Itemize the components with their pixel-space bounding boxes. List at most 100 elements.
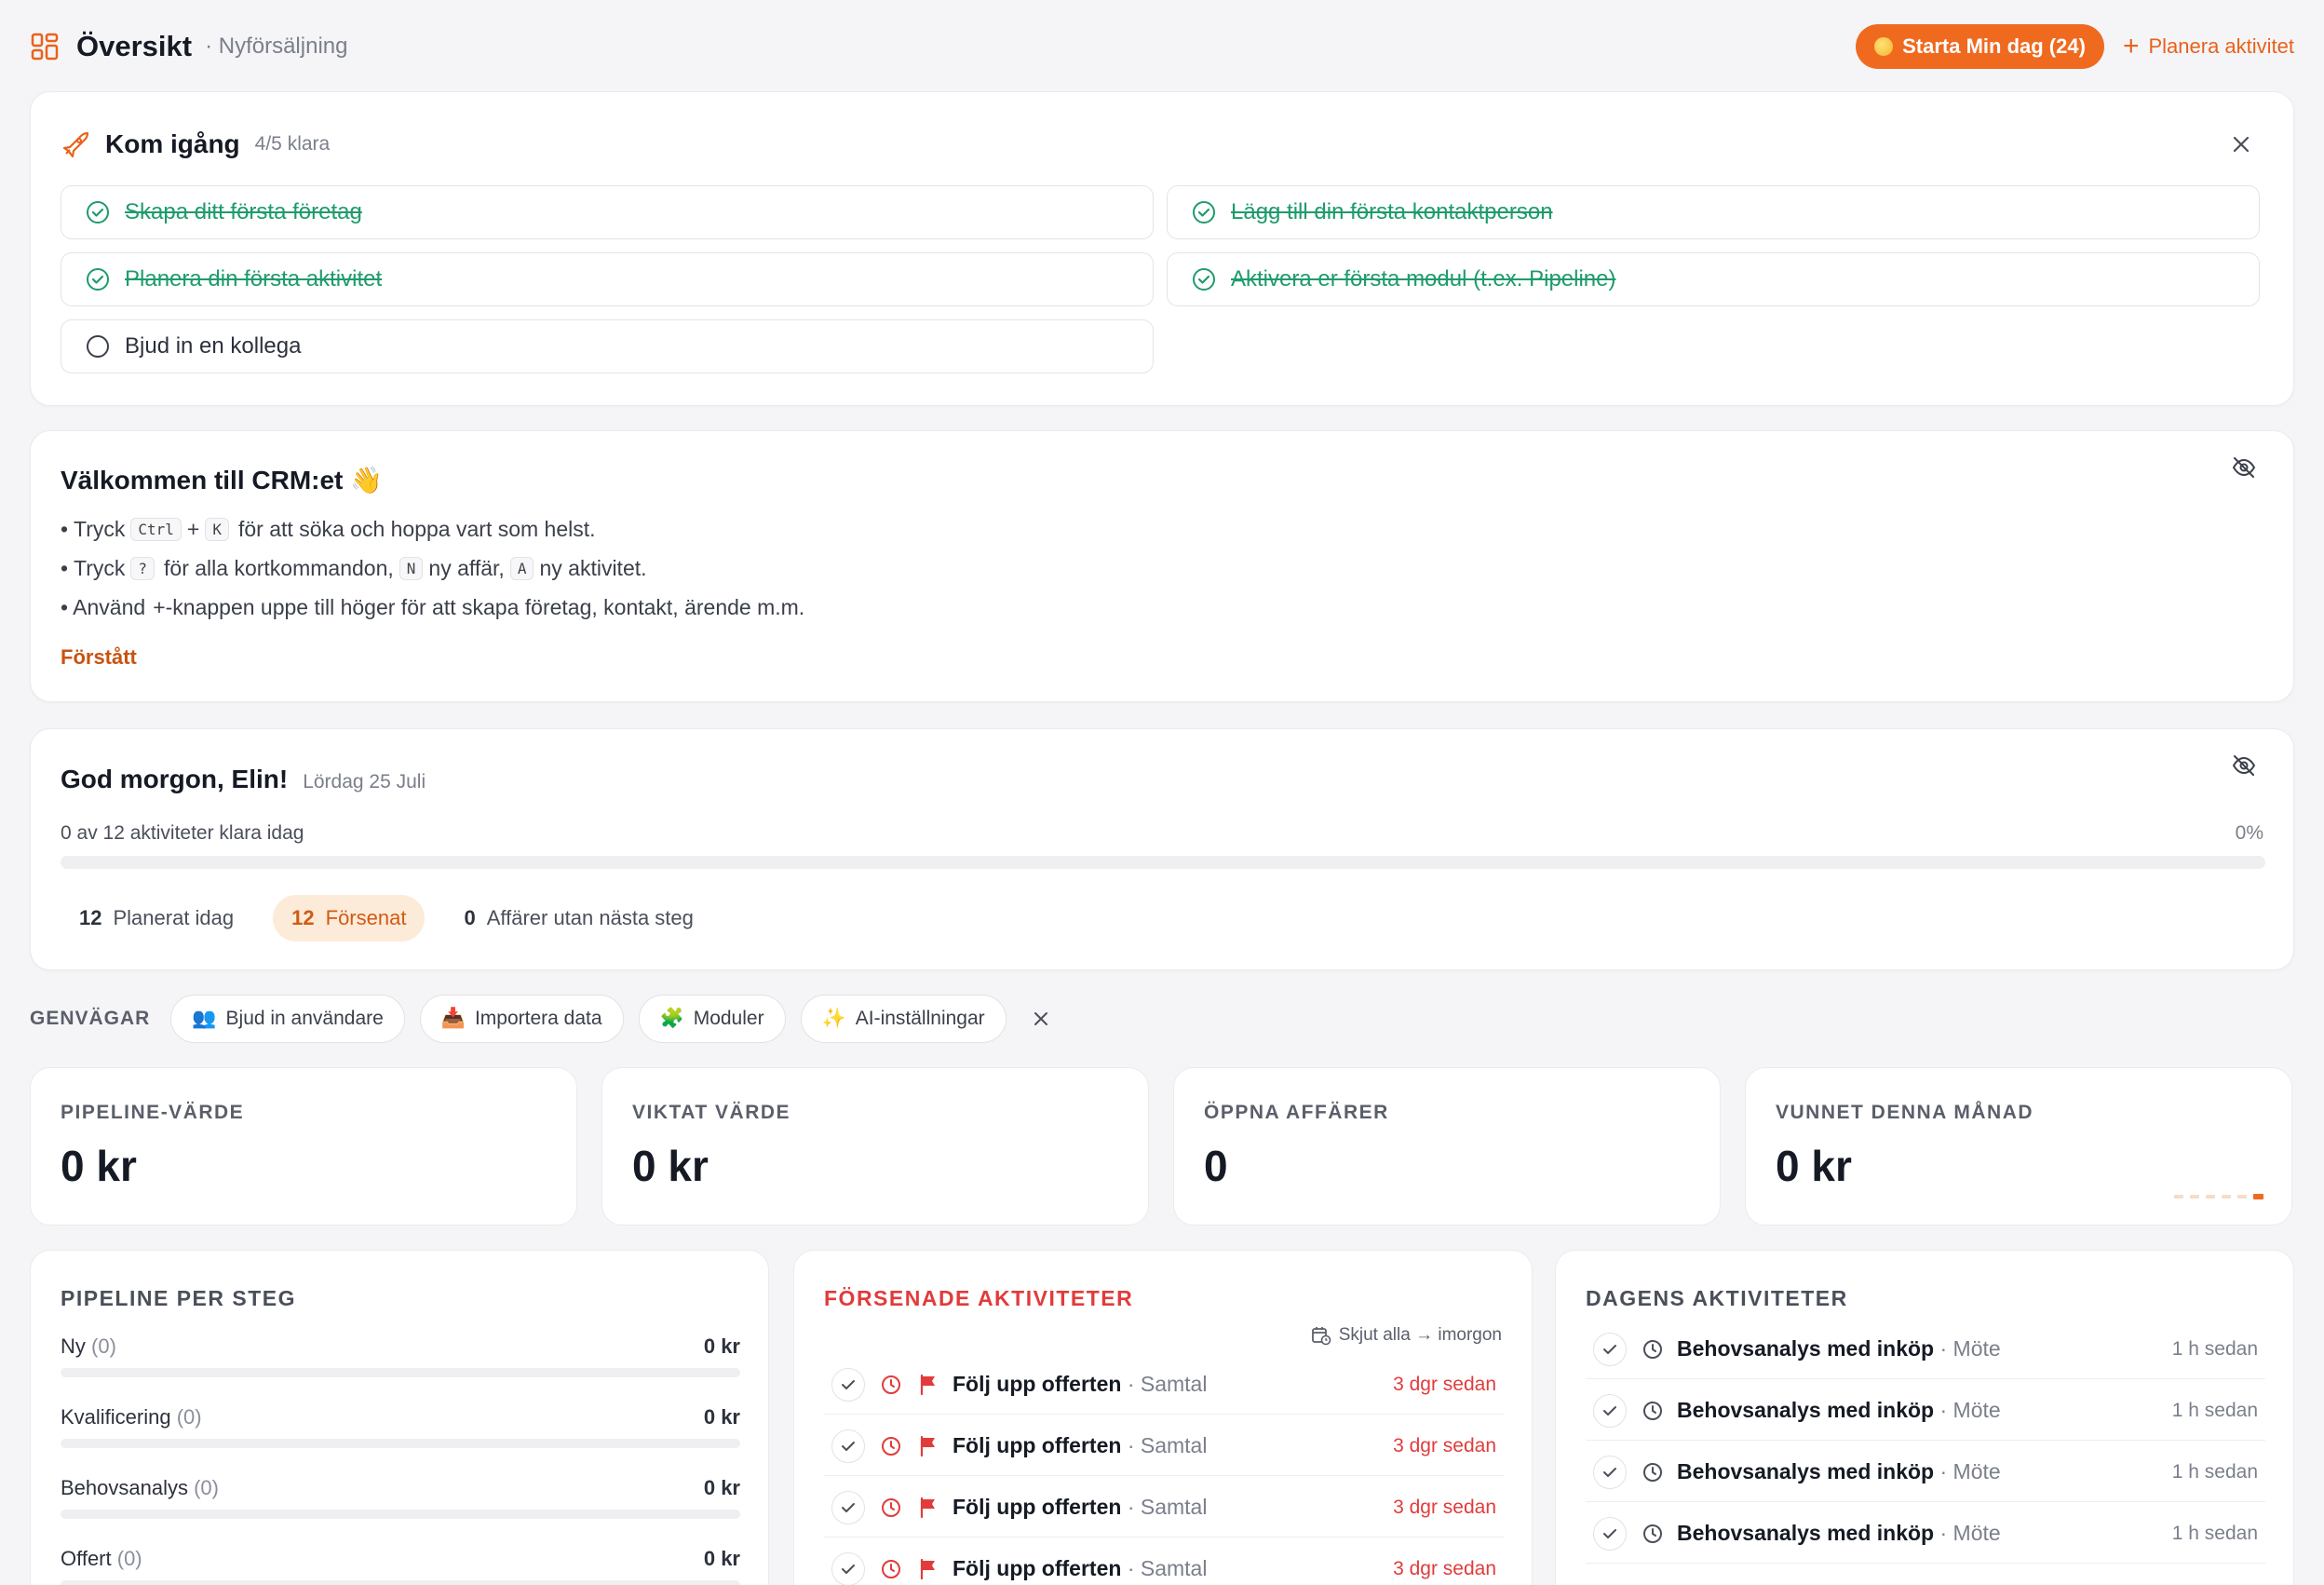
complete-activity-button[interactable] [831, 1490, 865, 1524]
task-add-contact[interactable]: Lägg till din första kontaktperson [1167, 185, 2260, 239]
welcome-line-shortcuts: • Tryck ? för alla kortkommandon, N ny a… [61, 556, 647, 581]
check-icon [842, 1379, 855, 1389]
stage-new[interactable]: Ny (0) 0 kr [61, 1334, 740, 1377]
check-circle-icon [1193, 268, 1215, 291]
complete-activity-button[interactable] [1593, 1455, 1627, 1489]
task-plan-activity[interactable]: Planera din första aktivitet [61, 252, 1154, 306]
hide-morning-button[interactable] [2228, 750, 2260, 781]
morning-card: God morgon, Elin! Lördag 25 Juli 0 av 12… [30, 728, 2294, 970]
modules-shortcut[interactable]: 🧩 Moduler [638, 995, 786, 1043]
sparkline [2174, 1194, 2263, 1199]
users-icon: 👥 [192, 1008, 217, 1029]
stage-count: (0) [194, 1476, 219, 1499]
ai-settings-shortcut[interactable]: ✨ AI-inställningar [800, 995, 1007, 1043]
shortcut-label: Moduler [693, 1008, 764, 1029]
close-icon [2233, 136, 2250, 153]
complete-activity-button[interactable] [1593, 1516, 1627, 1551]
complete-activity-button[interactable] [831, 1551, 865, 1585]
start-my-day-label: Starta Min dag (24) [1902, 34, 2086, 58]
overdue-activity-row[interactable]: Följ upp offerten · Samtal 3 dgr sedan [824, 1478, 1504, 1538]
invite-users-shortcut[interactable]: 👥 Bjud in användare [170, 995, 405, 1043]
overdue-activity-row[interactable]: Följ upp offerten · Samtal 3 dgr sedan [824, 1416, 1504, 1476]
activity-text: Behovsanalys med inköp · Möte [1677, 1398, 2172, 1423]
activity-type: · Samtal [1127, 1495, 1208, 1519]
dashboard-grid-icon [31, 33, 59, 61]
close-icon [1034, 1012, 1047, 1025]
day-stats: 12 Planerat idag 12 Försenat 0 Affärer u… [61, 895, 712, 942]
kbd-n: N [399, 557, 424, 580]
panel-title: DAGENS AKTIVITETER [1586, 1286, 1848, 1310]
task-create-company[interactable]: Skapa ditt första företag [61, 185, 1154, 239]
today-activity-row[interactable]: Behovsanalys med inköp · Möte 1 h sedan [1586, 1504, 2265, 1564]
progress-text: 0 av 12 aktiviteter klara idag [61, 822, 304, 844]
kpi-label: VIKTAT VÄRDE [632, 1102, 791, 1123]
flag-icon [915, 1433, 941, 1459]
kbd-k: K [205, 518, 229, 541]
activity-text: Följ upp offerten · Samtal [953, 1433, 1393, 1458]
stage-bar [61, 1439, 740, 1448]
stage-needs-analysis[interactable]: Behovsanalys (0) 0 kr [61, 1476, 740, 1519]
kpi-label: PIPELINE-VÄRDE [61, 1102, 245, 1123]
overdue-chip[interactable]: 12 Försenat [273, 895, 426, 942]
activity-type: · Samtal [1127, 1372, 1208, 1396]
complete-activity-button[interactable] [1593, 1393, 1627, 1428]
task-label: Lägg till din första kontaktperson [1231, 199, 1553, 224]
planned-today-chip[interactable]: 12 Planerat idag [61, 895, 252, 942]
activity-text: Behovsanalys med inköp · Möte [1677, 1521, 2172, 1546]
stage-amount: 0 kr [703, 1334, 740, 1358]
getting-started-card: Kom igång 4/5 klara Skapa ditt första fö… [30, 91, 2294, 406]
postpone-all-button[interactable]: Skjut alla → imorgon [1311, 1325, 1502, 1346]
welcome-card: Välkommen till CRM:et 👋 • Tryck Ctrl + K… [30, 430, 2294, 702]
stage-name: Offert [61, 1547, 112, 1570]
welcome-line-plus: • Använd + -knappen uppe till höger för … [61, 595, 804, 620]
deals-without-next-step-chip[interactable]: 0 Affärer utan nästa steg [445, 895, 711, 942]
activity-title: Följ upp offerten [953, 1372, 1122, 1396]
import-data-shortcut[interactable]: 📥 Importera data [419, 995, 624, 1043]
flag-icon [915, 1556, 941, 1582]
kpi-label: ÖPPNA AFFÄRER [1204, 1102, 1389, 1123]
text: • Använd [61, 595, 146, 619]
clock-icon [878, 1433, 904, 1459]
morning-header: God morgon, Elin! Lördag 25 Juli [61, 765, 426, 794]
check-icon [1603, 1405, 1616, 1416]
page-header: Översikt · Nyförsäljning Starta Min dag … [30, 24, 2294, 69]
stage-offer[interactable]: Offert (0) 0 kr [61, 1547, 740, 1585]
complete-activity-button[interactable] [831, 1367, 865, 1402]
activity-title: Behovsanalys med inköp [1677, 1336, 1935, 1361]
close-getting-started-button[interactable] [2226, 129, 2256, 159]
overdue-activity-row[interactable]: Följ upp offerten · Samtal 3 dgr sedan [824, 1539, 1504, 1585]
complete-activity-button[interactable] [831, 1429, 865, 1463]
stage-amount: 0 kr [703, 1547, 740, 1570]
check-icon [842, 1441, 855, 1451]
stage-qualification[interactable]: Kvalificering (0) 0 kr [61, 1405, 740, 1448]
stage-count: (0) [116, 1547, 142, 1570]
shortcut-label: AI-inställningar [855, 1008, 985, 1029]
today-activity-row[interactable]: Behovsanalys med inköp · Möte 1 h sedan [1586, 1320, 2265, 1379]
understood-button[interactable]: Förstått [61, 645, 137, 670]
task-label: Planera din första aktivitet [125, 266, 383, 291]
check-circle-icon [87, 201, 109, 224]
shortcut-label: Bjud in användare [225, 1008, 384, 1029]
overdue-activity-row[interactable]: Följ upp offerten · Samtal 3 dgr sedan [824, 1355, 1504, 1415]
plus-icon: + [2122, 31, 2140, 61]
today-activity-row[interactable]: Behovsanalys med inköp · Möte 1 h sedan [1586, 1381, 2265, 1441]
eye-off-icon [2232, 457, 2256, 478]
chip-label: Försenat [325, 906, 407, 929]
hide-welcome-button[interactable] [2228, 452, 2260, 483]
start-my-day-button[interactable]: Starta Min dag (24) [1856, 24, 2104, 69]
plan-activity-button[interactable]: + Planera aktivitet [2123, 33, 2294, 61]
task-activate-module[interactable]: Aktivera er första modul (t.ex. Pipeline… [1167, 252, 2260, 306]
activity-time: 1 h sedan [2171, 1399, 2258, 1421]
stage-name: Behovsanalys [61, 1476, 188, 1499]
getting-started-header: Kom igång 4/5 klara [61, 129, 330, 159]
activity-title: Följ upp offerten [953, 1495, 1122, 1519]
stage-amount: 0 kr [703, 1476, 740, 1499]
close-shortcuts-button[interactable] [1027, 1005, 1055, 1033]
clock-icon [878, 1372, 904, 1398]
complete-activity-button[interactable] [1593, 1332, 1627, 1366]
today-activity-row[interactable]: Behovsanalys med inköp · Möte 1 h sedan [1586, 1443, 2265, 1502]
kbd-question: ? [130, 557, 155, 580]
task-invite-colleague[interactable]: Bjud in en kollega [61, 319, 1154, 373]
clock-icon [878, 1495, 904, 1521]
flag-icon [915, 1495, 941, 1521]
